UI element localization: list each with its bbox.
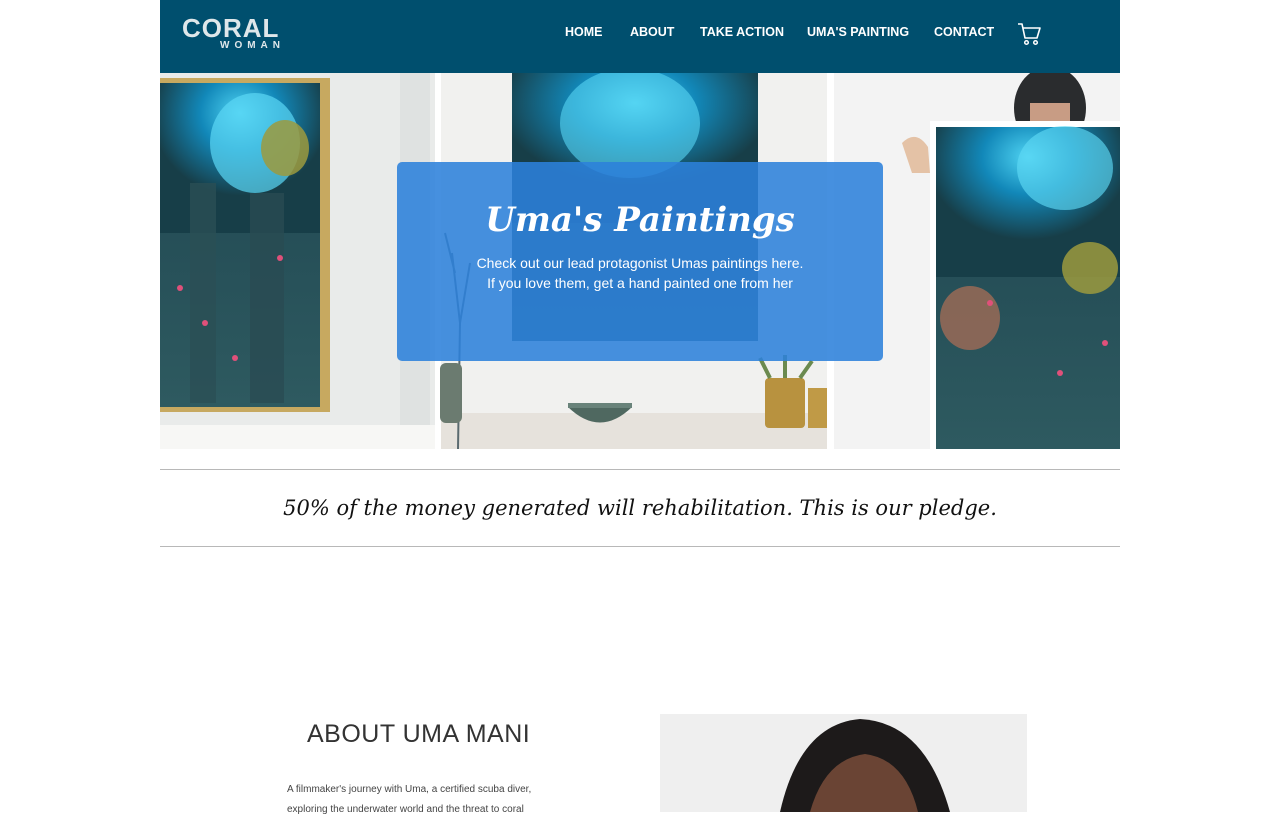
about-line-1: A filmmaker's journey with Uma, a certif… [287, 784, 532, 795]
shopping-cart-icon[interactable] [1017, 21, 1041, 47]
divider-top [160, 469, 1120, 470]
site-header: CORAL WOMAN HOME ABOUT TAKE ACTION UMA'S… [160, 0, 1120, 73]
about-description: A filmmaker's journey with Uma, a certif… [287, 780, 577, 820]
nav-umas-painting[interactable]: UMA'S PAINTING [807, 22, 909, 42]
hero-title: Uma's Paintings [485, 200, 795, 240]
hero-card: Uma's Paintings Check out our lead prota… [397, 162, 883, 361]
logo-sub-text: WOMAN [220, 40, 285, 51]
hero-subtitle-line-1: Check out our lead protagonist Umas pain… [476, 255, 804, 271]
hero-subtitle-line-2: If you love them, get a hand painted one… [487, 275, 793, 291]
page: CORAL WOMAN HOME ABOUT TAKE ACTION UMA'S… [160, 0, 1120, 815]
about-title: ABOUT UMA MANI [307, 720, 531, 748]
nav-take-action[interactable]: TAKE ACTION [700, 22, 784, 42]
about-line-2: exploring the underwater world and the t… [287, 804, 524, 815]
logo[interactable]: CORAL WOMAN [182, 13, 292, 57]
pledge-text: 50% of the money generated will rehabili… [283, 496, 997, 520]
logo-main-text: CORAL [182, 13, 280, 43]
hero-banner: Uma's Paintings Check out our lead prota… [160, 73, 1120, 449]
nav-contact[interactable]: CONTACT [934, 22, 994, 42]
uma-portrait-photo [660, 714, 1027, 812]
divider-bottom [160, 546, 1120, 547]
nav-about[interactable]: ABOUT [630, 22, 674, 42]
nav-home[interactable]: HOME [565, 22, 603, 42]
